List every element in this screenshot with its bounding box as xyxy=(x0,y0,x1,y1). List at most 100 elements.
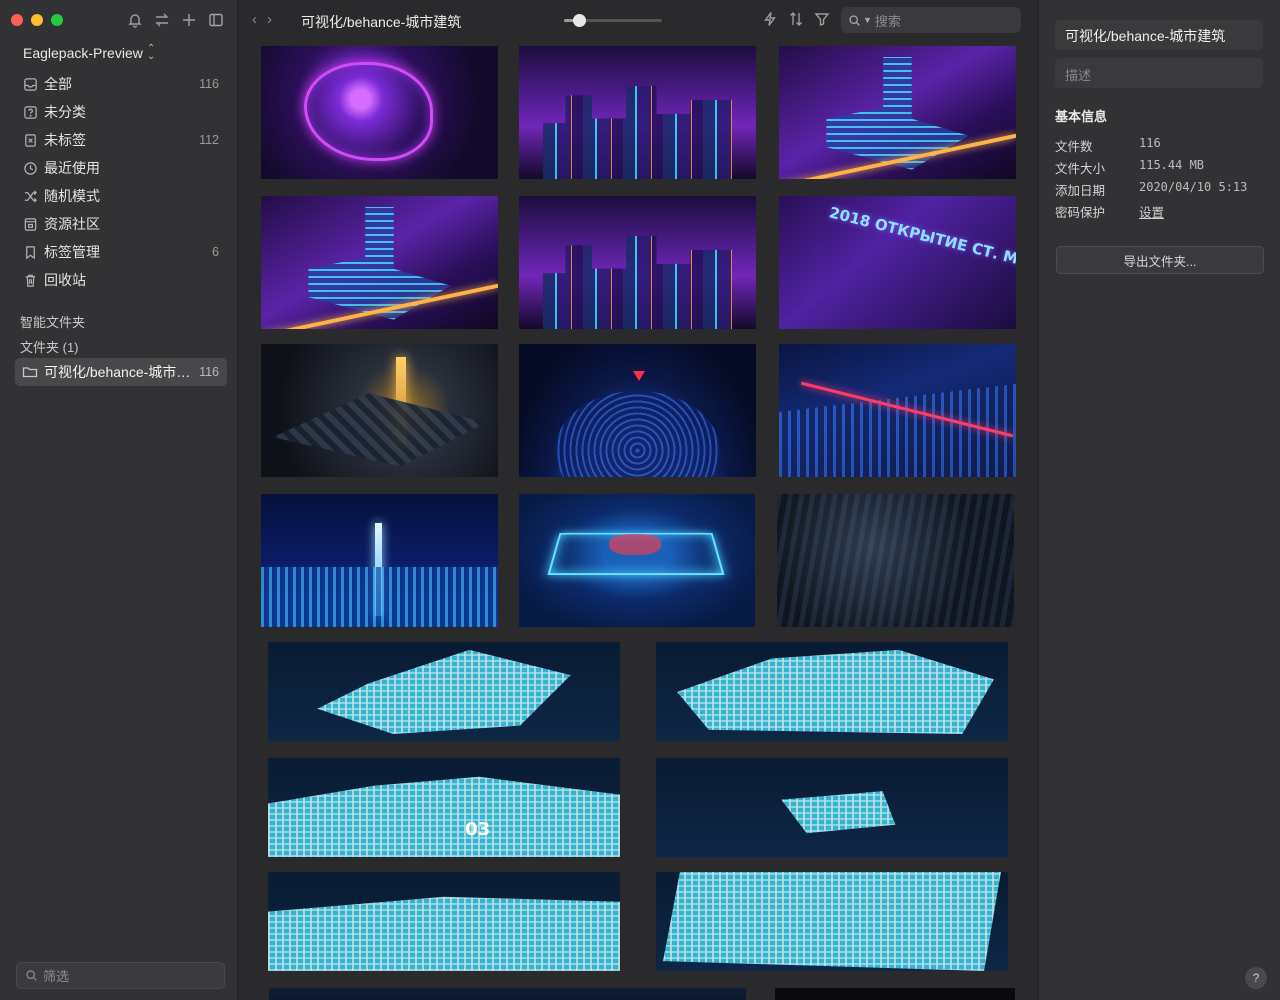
export-folder-button[interactable]: 导出文件夹... xyxy=(1056,246,1264,274)
info-value: 2020/04/10 5:13 xyxy=(1139,180,1248,194)
plus-icon[interactable] xyxy=(180,11,198,29)
sidebar-item-untagged[interactable]: 未标签 112 xyxy=(15,126,227,154)
thumbnail-item[interactable] xyxy=(261,196,498,329)
thumbnail-item[interactable]: 2018 ОТКРЫТИЕ СТ. МЕТРО xyxy=(779,196,1016,329)
lightning-icon[interactable] xyxy=(762,11,778,30)
thumbnail-item[interactable] xyxy=(519,196,756,329)
sidebar-item-random[interactable]: 随机模式 xyxy=(15,182,227,210)
tag-off-icon xyxy=(22,132,38,148)
sidebar-item-label: 标签管理 xyxy=(44,244,100,260)
thumbnail-item[interactable] xyxy=(779,46,1016,179)
sidebar-item-tag-manager[interactable]: 标签管理 6 xyxy=(15,238,227,266)
info-row-file-count: 文件数 116 xyxy=(1055,136,1265,155)
shuffle-icon xyxy=(22,188,38,204)
sidebar-item-label: 资源社区 xyxy=(44,216,100,232)
thumbnail-item[interactable] xyxy=(519,344,756,477)
trash-icon xyxy=(22,272,38,288)
updown-chevron-icon: ⌃ ⌄ xyxy=(146,43,156,62)
thumbnail-item[interactable] xyxy=(261,46,498,179)
sync-icon[interactable] xyxy=(153,11,171,29)
main-toolbar: ‹ › 可视化/behance-城市建筑 ▼ 搜索 xyxy=(238,0,1038,40)
bookmark-icon xyxy=(22,244,38,260)
sidebar-item-label: 全部 xyxy=(44,76,72,92)
sidebar-item-label: 随机模式 xyxy=(44,188,100,204)
thumbnail-caption: 2018 ОТКРЫТИЕ СТ. МЕТРО xyxy=(827,203,1016,279)
folder-label: 可视化/behance-城市建筑 xyxy=(44,364,194,380)
chevron-down-icon[interactable]: ▼ xyxy=(863,15,872,25)
main-content: ‹ › 可视化/behance-城市建筑 ▼ 搜索 2018 ОТКРЫТИЕ … xyxy=(238,0,1038,1000)
folder-name-field[interactable]: 可视化/behance-城市建筑 xyxy=(1055,20,1263,50)
zoom-slider[interactable] xyxy=(564,14,662,27)
thumbnail-item[interactable] xyxy=(519,494,755,627)
thumbnail-item[interactable] xyxy=(656,872,1008,971)
sidebar-item-community[interactable]: 资源社区 xyxy=(15,210,227,238)
forward-arrow-icon[interactable]: › xyxy=(267,12,272,28)
thumbnail-item[interactable] xyxy=(268,872,620,971)
close-window-button[interactable] xyxy=(11,14,23,26)
smart-folders-heading[interactable]: 智能文件夹 xyxy=(20,312,85,331)
zoom-slider-knob[interactable] xyxy=(572,14,586,27)
question-icon xyxy=(22,104,38,120)
clock-icon xyxy=(22,160,38,176)
thumbnail-item[interactable] xyxy=(779,344,1016,477)
inspector-panel: 可视化/behance-城市建筑 描述 基本信息 文件数 116 文件大小 11… xyxy=(1038,0,1280,1000)
thumbnail-item[interactable] xyxy=(268,642,620,741)
sidebar-item-uncategorized[interactable]: 未分类 xyxy=(15,98,227,126)
sidebar-item-trash[interactable]: 回收站 xyxy=(15,266,227,294)
sidebar-item-label: 最近使用 xyxy=(44,160,100,176)
search-icon xyxy=(849,14,860,26)
minimize-window-button[interactable] xyxy=(31,14,43,26)
info-key: 文件大小 xyxy=(1055,162,1106,176)
sidebar-item-count: 6 xyxy=(212,245,219,259)
sidebar-item-label: 未分类 xyxy=(44,104,86,120)
info-value: 115.44 MB xyxy=(1139,158,1205,172)
community-icon xyxy=(22,216,38,232)
filter-placeholder: 筛选 xyxy=(43,969,70,984)
thumbnail-item[interactable] xyxy=(775,988,1015,1000)
folder-icon xyxy=(22,364,38,380)
thumbnail-item[interactable] xyxy=(269,988,746,1000)
thumbnail-item[interactable]: 03 xyxy=(268,758,620,857)
library-switcher[interactable]: Eaglepack-Preview ⌃ ⌄ xyxy=(23,43,156,62)
search-placeholder: 搜索 xyxy=(874,13,901,29)
folders-heading[interactable]: 文件夹 (1) xyxy=(20,337,79,356)
back-arrow-icon[interactable]: ‹ xyxy=(252,12,257,28)
sidebar-item-count: 112 xyxy=(199,133,219,147)
description-field[interactable]: 描述 xyxy=(1055,58,1263,88)
basic-info-heading: 基本信息 xyxy=(1055,109,1108,124)
sidebar-item-all[interactable]: 全部 116 xyxy=(15,70,227,98)
thumbnail-item[interactable] xyxy=(261,344,498,477)
sidebar: Eaglepack-Preview ⌃ ⌄ 全部 116 未分类 未标签 112 … xyxy=(0,0,238,1000)
info-row-file-size: 文件大小 115.44 MB xyxy=(1055,158,1265,177)
zoom-window-button[interactable] xyxy=(51,14,63,26)
library-name: Eaglepack-Preview xyxy=(23,45,143,61)
info-key: 密码保护 xyxy=(1055,206,1106,220)
thumbnail-item[interactable] xyxy=(261,494,498,627)
thumbnail-item[interactable] xyxy=(519,46,756,179)
sidebar-item-recent[interactable]: 最近使用 xyxy=(15,154,227,182)
filter-funnel-icon[interactable] xyxy=(814,11,830,30)
filter-input[interactable]: 筛选 xyxy=(16,962,225,989)
info-key: 添加日期 xyxy=(1055,184,1106,198)
sidebar-toggle-icon[interactable] xyxy=(207,11,225,29)
info-row-password: 密码保护 设置 xyxy=(1055,202,1265,221)
thumbnail-item[interactable] xyxy=(656,758,1008,857)
view-tools xyxy=(762,11,830,30)
bell-icon[interactable] xyxy=(126,11,144,29)
search-input[interactable]: ▼ 搜索 xyxy=(841,7,1021,33)
history-nav: ‹ › xyxy=(252,12,272,28)
sidebar-folder-item[interactable]: 可视化/behance-城市建筑 116 xyxy=(15,358,227,386)
set-password-link[interactable]: 设置 xyxy=(1139,202,1164,221)
search-icon xyxy=(26,970,37,981)
info-row-date-added: 添加日期 2020/04/10 5:13 xyxy=(1055,180,1265,199)
breadcrumb: 可视化/behance-城市建筑 xyxy=(301,14,462,30)
thumbnail-item[interactable] xyxy=(656,642,1008,741)
sidebar-toolbar xyxy=(126,11,225,29)
help-button[interactable]: ? xyxy=(1245,967,1267,989)
sidebar-item-label: 未标签 xyxy=(44,132,86,148)
sort-icon[interactable] xyxy=(788,11,804,30)
info-key: 文件数 xyxy=(1055,140,1093,154)
folder-count: 116 xyxy=(199,365,219,379)
thumbnail-caption: 03 xyxy=(465,819,491,841)
thumbnail-item[interactable] xyxy=(777,494,1014,627)
